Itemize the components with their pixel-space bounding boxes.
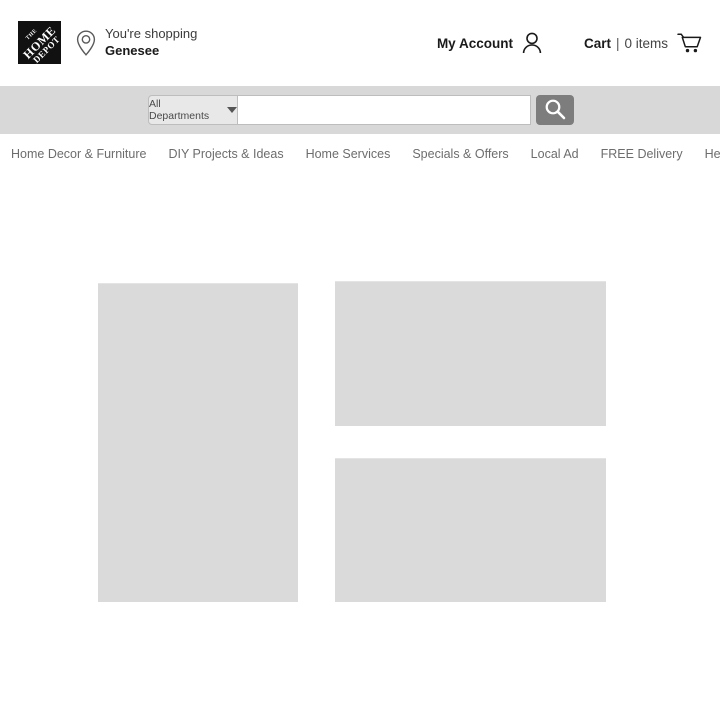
location-pin-icon [75,29,97,56]
nav-item-home-services[interactable]: Home Services [306,147,391,161]
nav-item-local-ad[interactable]: Local Ad [531,147,579,161]
nav-item-home-decor-furniture[interactable]: Home Decor & Furniture [11,147,146,161]
search-band: All Departments [0,86,720,134]
search-form: All Departments [148,95,574,125]
promo-top-placeholder[interactable] [335,281,606,426]
store-text-group: You're shopping Genesee [105,26,197,59]
nav-item-help[interactable]: Help [705,147,720,161]
store-shopping-label: You're shopping [105,25,198,41]
search-icon [544,98,566,123]
cart-label: Cart [583,35,611,51]
department-dropdown[interactable]: All Departments [148,95,238,125]
primary-nav: Home Decor & Furniture DIY Projects & Id… [0,134,720,174]
cart-button[interactable]: Cart | 0 items [583,32,702,54]
header-left-group: THE HOME DEPOT You're shopping Genesee [18,21,197,64]
search-button[interactable] [536,95,574,125]
department-dropdown-label: All Departments [149,98,210,122]
chevron-down-icon [227,107,237,113]
hero-image-placeholder[interactable] [98,283,298,602]
site-header: THE HOME DEPOT You're shopping Genesee M… [0,0,720,86]
store-name: Genesee [105,42,160,58]
nav-item-specials-offers[interactable]: Specials & Offers [412,147,508,161]
promo-bottom-placeholder[interactable] [335,458,606,602]
my-account-label: My Account [436,35,513,51]
header-right-group: My Account Cart | 0 items [437,0,702,86]
logo-wordmark: THE HOME DEPOT [18,21,61,64]
store-selector[interactable]: You're shopping Genesee [75,26,197,59]
search-input[interactable] [238,95,531,125]
cart-item-count: 0 items [624,35,668,51]
main-content [0,174,720,720]
cart-separator: | [615,35,620,51]
my-account-button[interactable]: My Account [437,32,542,54]
shopping-cart-icon [677,32,702,54]
home-depot-logo[interactable]: THE HOME DEPOT [18,21,61,64]
nav-item-free-delivery[interactable]: FREE Delivery [601,147,683,161]
nav-item-diy-projects-ideas[interactable]: DIY Projects & Ideas [168,147,283,161]
user-icon [522,32,542,54]
